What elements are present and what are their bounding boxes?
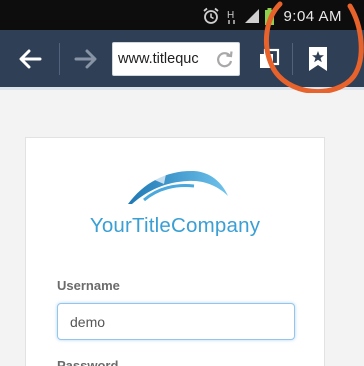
username-label: Username: [57, 278, 120, 293]
bookmark-button[interactable]: [300, 30, 336, 87]
password-label: Password: [57, 358, 119, 366]
reload-icon: [217, 51, 233, 68]
username-input[interactable]: [57, 303, 295, 340]
forward-arrow-icon: [74, 49, 97, 68]
status-bar: H 9:04 AM: [0, 0, 364, 30]
battery-icon: [265, 7, 275, 25]
status-time: 9:04 AM: [283, 7, 342, 25]
status-icons: H 9:04 AM: [202, 7, 342, 25]
tabs-icon: [260, 48, 280, 68]
svg-text:H: H: [227, 10, 234, 21]
signal-h-icon: H: [227, 10, 236, 24]
toolbar-divider: [292, 43, 293, 75]
bookmark-icon: [309, 46, 327, 71]
alarm-icon: [203, 7, 220, 24]
url-text: www.titlequc: [118, 51, 199, 67]
company-logo-mark: [128, 170, 228, 204]
back-button[interactable]: [12, 30, 48, 87]
browser-toolbar: www.titlequc: [0, 30, 364, 90]
reload-button[interactable]: [215, 50, 234, 74]
toolbar-divider: [59, 43, 60, 75]
login-card: YourTitleCompany Username Password: [25, 137, 325, 366]
signal-strength-icon: [245, 9, 260, 23]
back-arrow-icon: [19, 49, 42, 68]
tabs-button[interactable]: [252, 30, 286, 87]
login-page: YourTitleCompany Username Password: [0, 93, 364, 366]
forward-button[interactable]: [66, 30, 106, 87]
company-name: YourTitleCompany: [89, 214, 261, 237]
address-bar[interactable]: www.titlequc: [112, 42, 240, 76]
